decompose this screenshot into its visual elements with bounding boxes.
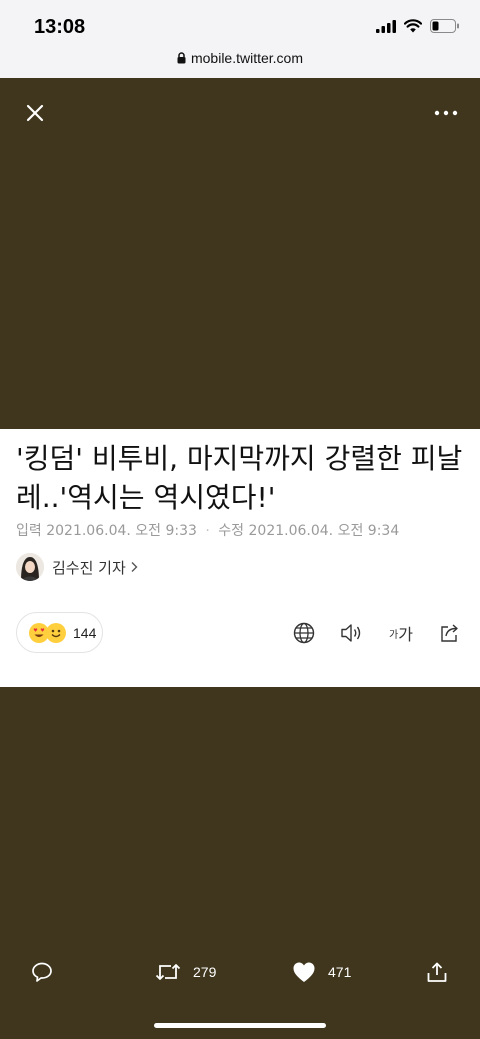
reaction-count: 144: [73, 624, 97, 641]
wifi-icon: [404, 19, 422, 33]
like-button[interactable]: 471: [292, 961, 351, 983]
reply-icon: [32, 962, 52, 982]
status-time: 13:08: [34, 16, 86, 38]
smile-emoji-icon: [46, 622, 66, 643]
chevron-right-icon: [131, 562, 138, 572]
author-link[interactable]: 김수진 기자: [16, 553, 138, 581]
article-meta: 입력 2021.06.04. 오전 9:33 · 수정 2021.06.04. …: [16, 520, 399, 540]
tweet-action-bar: 279 471: [0, 955, 480, 995]
share-tweet-button[interactable]: [426, 961, 448, 983]
url-text: mobile.twitter.com: [190, 50, 304, 66]
reply-button[interactable]: [31, 961, 53, 983]
speaker-icon[interactable]: [340, 621, 364, 645]
meta-separator: ·: [205, 523, 210, 539]
lock-icon: [177, 52, 186, 64]
media-area: [0, 78, 480, 429]
close-icon[interactable]: [22, 100, 48, 126]
globe-icon[interactable]: [292, 621, 316, 645]
home-indicator[interactable]: [154, 1023, 326, 1028]
signal-icon: [376, 19, 396, 33]
status-icons: [376, 19, 460, 33]
font-size-big-label: 가: [398, 625, 413, 644]
retweet-count: 279: [193, 964, 217, 980]
author-name: 김수진 기자: [52, 558, 126, 577]
like-count: 471: [328, 964, 352, 980]
article-headline: '킹덤' 비투비, 마지막까지 강렬한 피날레..'역시는 역시였다!': [16, 442, 463, 514]
retweet-icon: [155, 964, 181, 980]
avatar: [16, 553, 44, 581]
retweet-button[interactable]: 279: [155, 961, 216, 983]
heart-icon: [293, 962, 315, 982]
upload-icon: [427, 962, 447, 982]
font-size-button[interactable]: 가가: [387, 621, 415, 645]
article-card: '킹덤' 비투비, 마지막까지 강렬한 피날레..'역시는 역시였다!' 입력 …: [0, 429, 480, 687]
more-icon[interactable]: [434, 106, 458, 120]
address-bar[interactable]: mobile.twitter.com: [0, 50, 480, 66]
edit-label: 수정: [218, 523, 245, 539]
share-icon[interactable]: [438, 621, 462, 645]
input-label: 입력: [16, 523, 42, 539]
edit-time: 2021.06.04. 오전 9:34: [248, 523, 400, 539]
reaction-button[interactable]: 144: [16, 612, 103, 653]
status-bar: 13:08 mobile.twitter.com: [0, 0, 480, 78]
battery-icon: [430, 19, 459, 33]
font-size-small-label: 가: [389, 629, 399, 641]
input-time: 2021.06.04. 오전 9:33: [46, 523, 197, 539]
avatar-image: [16, 553, 44, 581]
